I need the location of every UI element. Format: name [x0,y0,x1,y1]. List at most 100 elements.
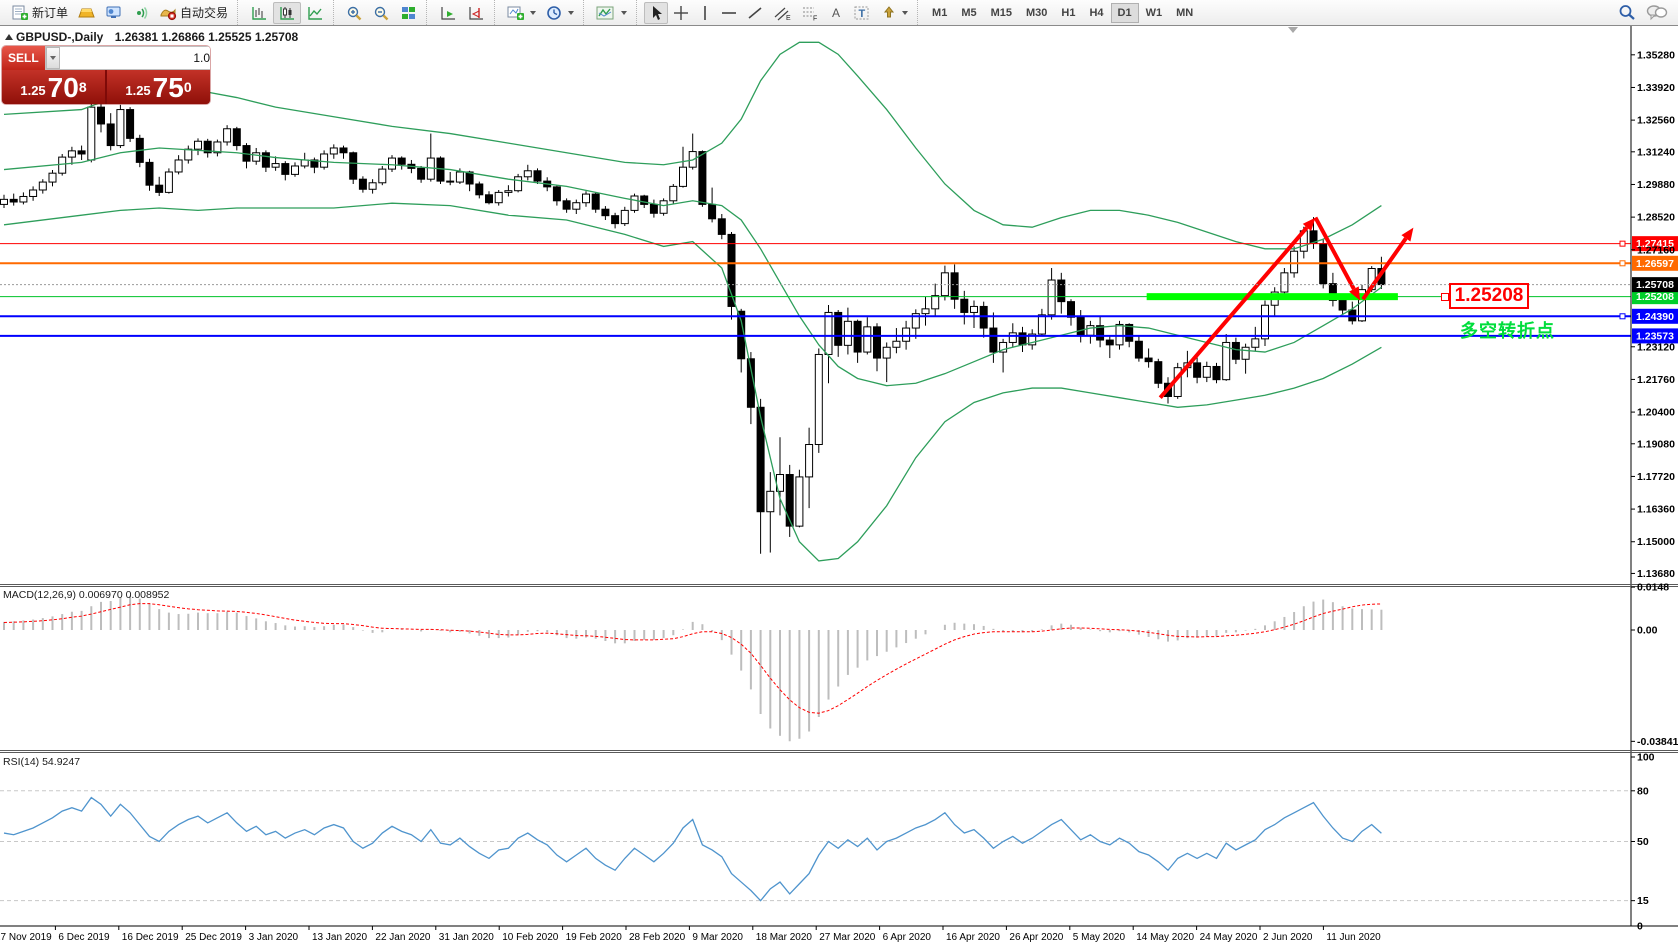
zoom-in-icon [346,5,363,21]
timeframe-H4[interactable]: H4 [1082,3,1110,23]
rsi-axis-label: 100 [1637,752,1655,764]
rsi-axis-label: 15 [1637,895,1649,907]
zoom-in-button[interactable] [341,2,368,24]
cursor-button[interactable] [644,2,668,24]
date-axis-label: 14 May 2020 [1136,932,1194,943]
sell-button[interactable]: SELL [2,46,45,70]
indicators-icon [596,5,616,21]
price-axis-label: 1.15000 [1637,536,1675,548]
timeframe-M5[interactable]: M5 [954,3,983,23]
date-axis-label: 11 Jun 2020 [1326,932,1381,943]
auto-scroll-button[interactable] [434,2,462,24]
bar-chart-button[interactable] [245,2,273,24]
arrows-shapes-button[interactable] [876,2,913,24]
price-axis-label: 1.28520 [1637,212,1675,224]
chart-canvas[interactable]: 1.274151.265971.252081.243901.235731.257… [0,25,1678,947]
timeframe-W1[interactable]: W1 [1139,3,1170,23]
main-toolbar: 新订单 自动交易 [0,0,1678,26]
indicators-group [583,0,636,25]
trendline-button[interactable] [742,2,768,24]
timeframe-MN[interactable]: MN [1169,3,1200,23]
buy-price-display[interactable]: 1.25 75 0 [107,70,210,104]
equidistant-channel-button[interactable]: E [768,2,796,24]
svg-text:1.25208: 1.25208 [1636,291,1674,303]
chart-title: GBPUSD-,Daily 1.26381 1.26866 1.25525 1.… [16,30,298,44]
crosshair-button[interactable] [668,2,694,24]
vertical-line-icon [699,5,711,21]
price-level-annotation[interactable]: 1.25208 [1449,283,1529,309]
toolbar-right-group [1618,4,1678,21]
price-tag: 1.26597 [1632,256,1678,271]
svg-text:F: F [813,15,817,21]
candlestick-chart-button[interactable] [273,2,301,24]
new-chart-icon [507,5,525,21]
text-icon: A [829,5,843,21]
fibonacci-icon: F [801,5,819,21]
rsi-axis-label: 80 [1637,785,1649,797]
signals-button[interactable] [127,2,154,24]
date-axis-label: 10 Feb 2020 [502,932,559,943]
timeframe-H1[interactable]: H1 [1054,3,1082,23]
rsi-axis-label: 0 [1637,921,1643,933]
price-axis-label: 1.29880 [1637,179,1675,191]
chat-icon[interactable] [1646,4,1668,21]
new-order-icon [12,5,29,21]
date-axis-label: 9 Mar 2020 [692,932,743,943]
date-axis-label: 27 Mar 2020 [819,932,876,943]
date-axis-label: 16 Apr 2020 [946,932,1000,943]
buy-price-big: 75 [153,74,184,102]
price-axis-label: 1.35280 [1637,49,1675,61]
candlestick-chart-icon [278,5,296,21]
date-axis-label: 28 Feb 2020 [629,932,686,943]
rsi-line [4,798,1381,901]
text-label-button[interactable]: T [848,2,876,24]
text-button[interactable]: A [824,2,848,24]
line-chart-button[interactable] [301,2,329,24]
tile-windows-button[interactable] [395,2,422,24]
autotrading-button[interactable]: 自动交易 [154,1,233,24]
svg-text:1.26597: 1.26597 [1636,258,1674,270]
gold-ingot-button[interactable] [73,2,100,24]
horizontal-line-button[interactable] [716,2,742,24]
level-box-anchor[interactable] [1441,293,1449,301]
fibonacci-button[interactable]: F [796,2,824,24]
macd-pane: 0.01480.00-0.038415 [4,582,1678,748]
chart-shift-marker[interactable] [1288,27,1298,33]
zoom-group [333,0,426,25]
svg-text:1.24390: 1.24390 [1636,311,1674,323]
price-axis-label: 1.20400 [1637,407,1675,419]
zoom-out-button[interactable] [368,2,395,24]
terminal-button[interactable] [100,2,127,24]
candlesticks [1,76,1385,553]
date-axis-label: 2 Jun 2020 [1263,932,1313,943]
chart-type-group [237,0,333,25]
date-axis-label: 26 Apr 2020 [1009,932,1063,943]
timeframe-M15[interactable]: M15 [984,3,1019,23]
indicators-dropdown-caret [621,11,627,15]
timeframe-D1[interactable]: D1 [1111,3,1139,23]
arrows-shapes-icon [881,5,897,21]
turning-point-annotation[interactable]: 多空转折点 [1460,317,1555,343]
new-order-button[interactable]: 新订单 [7,1,73,24]
volume-input[interactable] [60,47,210,69]
volume-decrease-button[interactable] [46,47,60,69]
timeframe-M30[interactable]: M30 [1019,3,1054,23]
search-icon[interactable] [1618,4,1636,21]
scroll-group [426,0,494,25]
svg-text:E: E [786,15,791,21]
horizontal-line-icon [721,5,737,21]
date-axis-label: 22 Jan 2020 [375,932,430,943]
new-chart-dropdown-caret [530,11,536,15]
support-zone-band[interactable] [1147,293,1398,300]
indicators-button[interactable] [591,2,632,24]
profiles-button[interactable] [541,2,579,24]
new-chart-button[interactable] [502,2,541,24]
equidistant-channel-icon: E [773,5,791,21]
timeframe-M1[interactable]: M1 [925,3,954,23]
vertical-line-button[interactable] [694,2,716,24]
zoom-out-icon [373,5,390,21]
trendline-icon [747,5,763,21]
oct-expander-icon[interactable] [5,34,13,40]
sell-price-display[interactable]: 1.25 70 8 [2,70,105,104]
chart-shift-button[interactable] [462,2,490,24]
